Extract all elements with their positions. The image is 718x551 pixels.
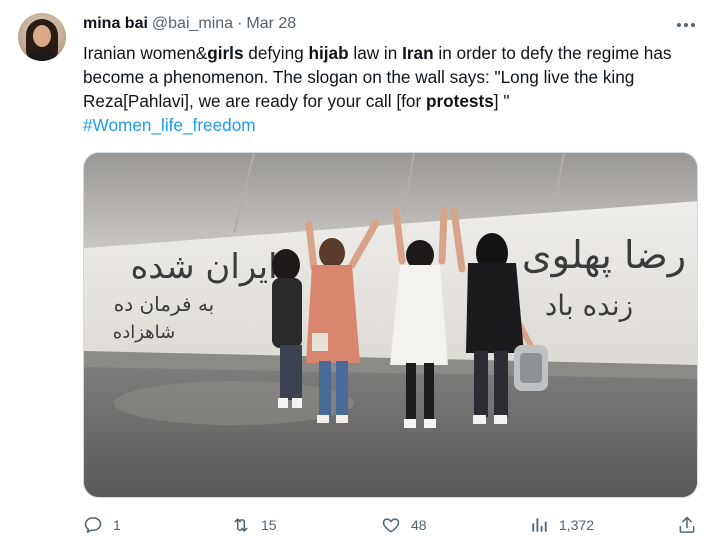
graffiti-left-3: شاهزاده xyxy=(113,322,175,343)
tweet: mina bai @bai_mina · Mar 28 Iranian wome… xyxy=(0,0,718,551)
avatar[interactable] xyxy=(18,13,66,61)
graffiti-right-1: رضا پهلوی xyxy=(522,233,686,278)
share-button[interactable] xyxy=(677,510,697,540)
separator-dot: · xyxy=(237,15,243,32)
like-icon xyxy=(382,518,400,533)
hashtag-link[interactable]: #Women_life_freedom xyxy=(83,115,256,135)
reply-button[interactable]: 1 xyxy=(83,510,121,540)
tweet-header: mina bai @bai_mina · Mar 28 xyxy=(83,15,296,37)
views-count: 1,372 xyxy=(559,517,595,533)
reply-count: 1 xyxy=(113,517,121,533)
retweet-button[interactable]: 15 xyxy=(231,510,277,540)
tweet-text: Iranian women&girls defying hijab law in… xyxy=(83,41,693,137)
tweet-text-bold: protests xyxy=(425,91,494,111)
more-icon[interactable] xyxy=(672,14,700,36)
tweet-text-run: ] " xyxy=(493,91,510,111)
views-icon xyxy=(532,518,547,532)
tweet-photo[interactable]: ایران شده به فرمان ده شاهزاده رضا پهلوی … xyxy=(83,152,698,498)
tweet-text-run: defying xyxy=(243,43,309,63)
tweet-text-run: law in xyxy=(348,43,403,63)
retweet-icon xyxy=(234,518,248,532)
tweet-text-bold: Iran xyxy=(402,43,434,63)
tweet-text-bold: hijab xyxy=(308,43,349,63)
like-count: 48 xyxy=(411,517,427,533)
graffiti-right-2: زنده باد xyxy=(545,289,633,322)
graffiti-left-1: ایران شده xyxy=(130,247,277,287)
photo-scene: ایران شده به فرمان ده شاهزاده رضا پهلوی … xyxy=(84,153,697,497)
tweet-actions: 1 15 48 1,372 xyxy=(83,510,703,540)
graffiti-left-2: به فرمان ده xyxy=(114,292,214,316)
like-button[interactable]: 48 xyxy=(381,510,427,540)
tweet-body: Iranian women&girls defying hijab law in… xyxy=(83,43,672,111)
author-handle[interactable]: @bai_mina xyxy=(152,15,233,33)
share-icon xyxy=(679,516,695,533)
tweet-text-run: Iranian women& xyxy=(83,43,208,63)
retweet-count: 15 xyxy=(261,517,277,533)
author-name[interactable]: mina bai xyxy=(83,15,148,33)
tweet-text-bold: girls xyxy=(207,43,244,63)
tweet-date[interactable]: Mar 28 xyxy=(246,15,296,33)
views-button[interactable]: 1,372 xyxy=(529,510,594,540)
reply-icon xyxy=(84,517,102,533)
